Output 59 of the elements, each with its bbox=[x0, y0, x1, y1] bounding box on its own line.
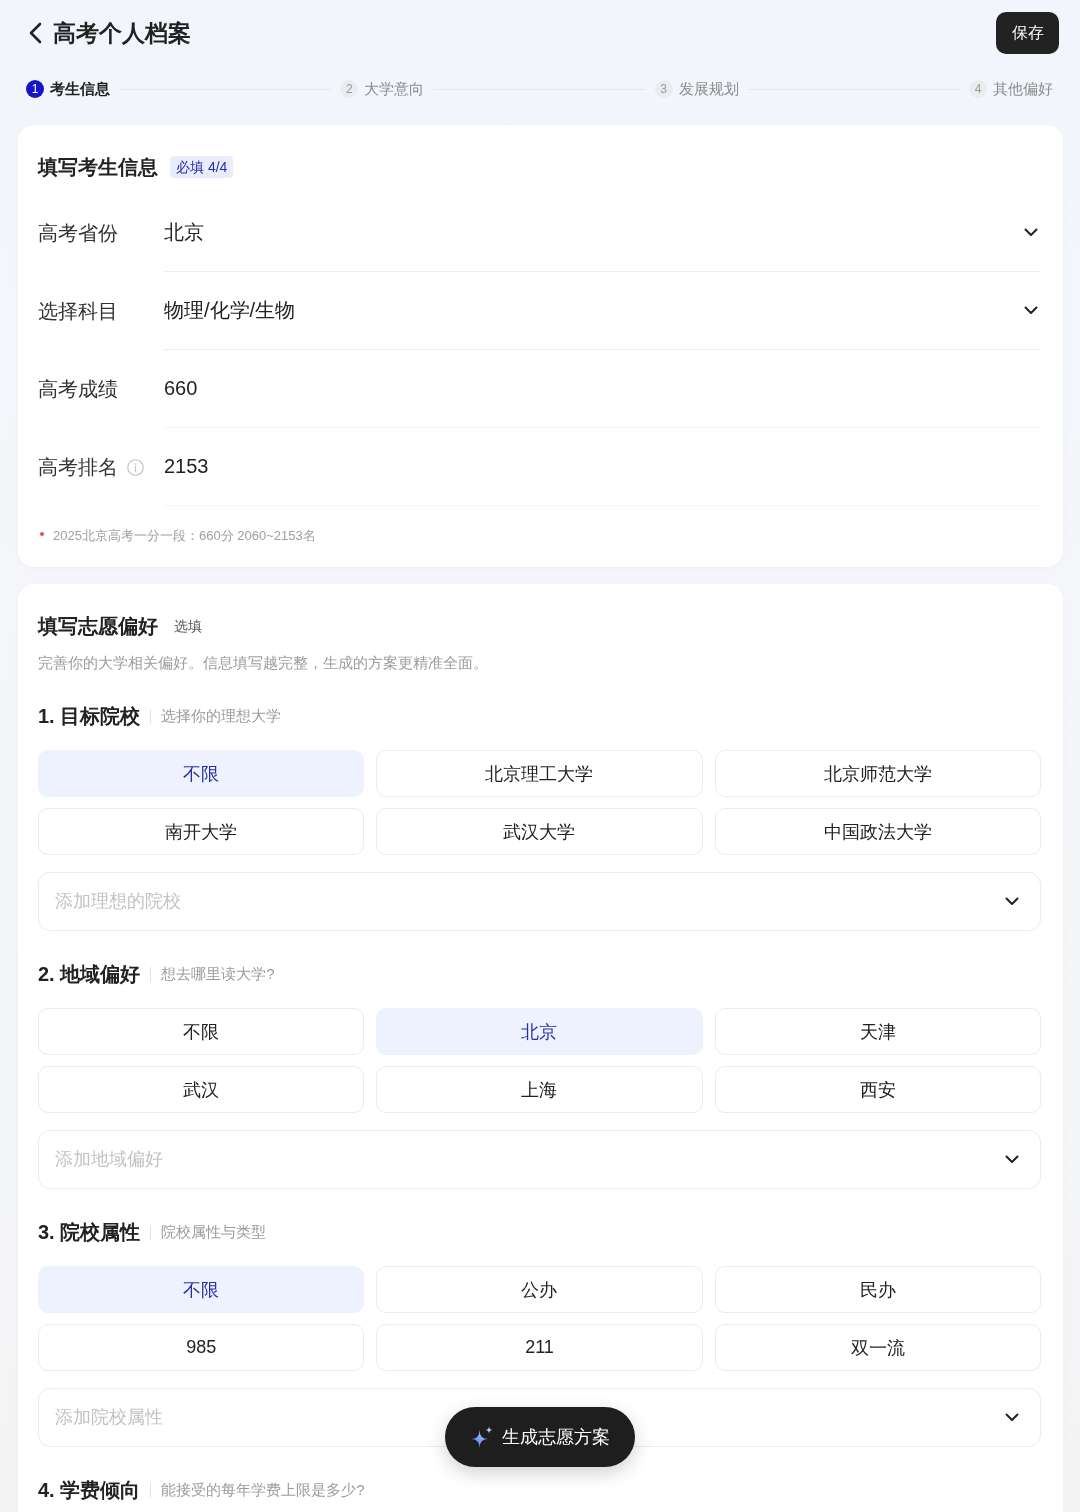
section-hint: 想去哪里读大学? bbox=[161, 964, 275, 984]
card-title: 填写考生信息 bbox=[38, 155, 158, 179]
option-button[interactable]: 上海 bbox=[376, 1066, 703, 1113]
section-heading: 3. 院校属性 bbox=[38, 1220, 141, 1245]
option-button[interactable]: 不限 bbox=[38, 1008, 365, 1055]
add-select-field[interactable]: 添加地域偏好 bbox=[38, 1130, 1041, 1189]
field-label: 选择科目 bbox=[38, 299, 118, 324]
input-field[interactable]: 2153 bbox=[164, 428, 1041, 506]
option-button[interactable]: 北京理工大学 bbox=[376, 750, 703, 797]
section-heading: 4. 学费倾向 bbox=[38, 1478, 141, 1503]
option-button[interactable]: 公办 bbox=[376, 1266, 703, 1313]
step-label: 其他偏好 bbox=[993, 79, 1053, 99]
step-number: 2 bbox=[340, 80, 359, 98]
required-count-tag: 必填 4/4 bbox=[170, 156, 234, 178]
step-number: 3 bbox=[654, 80, 673, 98]
section-hint: 能接受的每年学费上限是多少? bbox=[161, 1480, 365, 1500]
option-button[interactable]: 武汉 bbox=[38, 1066, 365, 1113]
option-button[interactable]: 天津 bbox=[714, 1008, 1041, 1055]
field-label: 高考成绩 bbox=[38, 377, 118, 402]
option-button[interactable]: 北京师范大学 bbox=[714, 750, 1041, 797]
section-hint: 选择你的理想大学 bbox=[161, 706, 282, 726]
back-icon[interactable] bbox=[28, 22, 42, 44]
chevron-down-icon bbox=[1005, 897, 1019, 906]
page-title: 高考个人档案 bbox=[53, 19, 191, 47]
save-button[interactable]: 保存 bbox=[996, 12, 1059, 54]
option-button[interactable]: 211 bbox=[376, 1324, 703, 1371]
option-button[interactable]: 不限 bbox=[38, 750, 365, 797]
chevron-down-icon bbox=[1024, 306, 1038, 315]
step-number: 4 bbox=[969, 80, 987, 98]
select-field[interactable]: 北京 bbox=[164, 194, 1041, 272]
step-label: 考生信息 bbox=[50, 79, 110, 99]
option-button[interactable]: 北京 bbox=[376, 1008, 703, 1055]
option-button[interactable]: 双一流 bbox=[714, 1324, 1041, 1371]
chevron-down-icon bbox=[1024, 228, 1038, 237]
option-button[interactable]: 民办 bbox=[714, 1266, 1041, 1313]
step-label: 大学意向 bbox=[364, 79, 425, 99]
field-label: 高考排名 bbox=[38, 455, 118, 480]
select-field[interactable]: 物理/化学/生物 bbox=[164, 272, 1041, 350]
option-button[interactable]: 南开大学 bbox=[38, 808, 365, 855]
option-button[interactable]: 985 bbox=[38, 1324, 365, 1371]
chevron-down-icon bbox=[1005, 1413, 1019, 1422]
chevron-down-icon bbox=[1005, 1155, 1019, 1164]
option-button[interactable]: 西安 bbox=[714, 1066, 1041, 1113]
optional-label: 选填 bbox=[174, 617, 202, 636]
section-heading: 2. 地域偏好 bbox=[38, 962, 141, 987]
section-heading: 1. 目标院校 bbox=[38, 704, 141, 729]
field-label: 高考省份 bbox=[38, 221, 118, 246]
option-button[interactable]: 不限 bbox=[38, 1266, 365, 1313]
section-hint: 院校属性与类型 bbox=[161, 1222, 267, 1242]
input-field[interactable]: 660 bbox=[164, 350, 1041, 428]
option-button[interactable]: 武汉大学 bbox=[376, 808, 703, 855]
card-title: 填写志愿偏好 bbox=[38, 614, 158, 638]
step-number: 1 bbox=[26, 80, 44, 98]
bullet-dot-icon bbox=[40, 532, 44, 536]
card-description: 完善你的大学相关偏好。信息填写越完整，生成的方案更精准全面。 bbox=[38, 653, 489, 673]
generate-plan-button[interactable]: 生成志愿方案 bbox=[445, 1407, 635, 1467]
option-button[interactable]: 中国政法大学 bbox=[714, 808, 1041, 855]
step-label: 发展规划 bbox=[678, 79, 739, 99]
add-select-field[interactable]: 添加理想的院校 bbox=[38, 872, 1041, 931]
